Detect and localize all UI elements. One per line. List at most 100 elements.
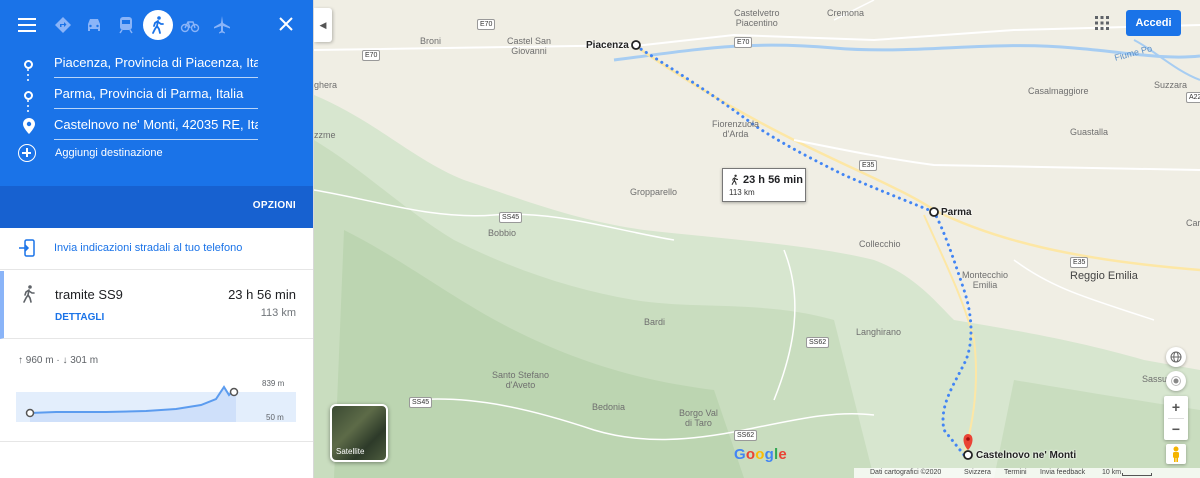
elevation-end-point	[229, 387, 239, 397]
route-option[interactable]: tramite SS9 23 h 56 min 113 km DETTAGLI	[0, 271, 313, 339]
road-shield: SS45	[499, 212, 523, 223]
options-bar: OPZIONI	[0, 186, 313, 228]
add-circle-icon	[18, 144, 36, 162]
place-label: Bobbio	[488, 228, 517, 238]
send-to-phone-row[interactable]: Invia indicazioni stradali al tuo telefo…	[0, 228, 313, 270]
road-shield: E35	[1070, 257, 1089, 268]
place-label: Borgo Val di Taro	[679, 408, 718, 428]
options-button[interactable]: OPZIONI	[253, 200, 296, 211]
city-label-castelnovo[interactable]: Castelnovo ne' Monti	[976, 450, 1076, 461]
walking-icon	[152, 16, 164, 34]
place-label: Guastalla	[1070, 127, 1109, 137]
road-shield: SS62	[806, 337, 830, 348]
terms-link[interactable]: Termini	[1004, 469, 1027, 476]
place-label: zzme	[314, 130, 336, 140]
city-label-parma[interactable]: Parma	[941, 207, 972, 218]
route-details-button[interactable]: DETTAGLI	[55, 312, 104, 323]
zoom-out-button[interactable]: −	[1164, 419, 1188, 441]
zoom-in-button[interactable]: +	[1164, 396, 1188, 418]
globe-view-button[interactable]	[1166, 347, 1186, 367]
street-view-pegman[interactable]	[1166, 444, 1186, 464]
directions-header: Piacenza, Provincia di Piacenza, Italia …	[0, 0, 313, 228]
info-box-distance: 113 km	[729, 188, 755, 197]
place-label: Bardi	[644, 317, 666, 327]
route-distance: 113 km	[260, 307, 296, 319]
satellite-layer-toggle[interactable]: Satellite	[330, 404, 388, 462]
directions-mode-button[interactable]	[48, 10, 78, 40]
parma-marker	[929, 207, 939, 217]
elevation-chart: 839 m 50 m	[16, 379, 296, 422]
transit-mode-button[interactable]	[111, 10, 141, 40]
elevation-min-label: 50 m	[266, 413, 284, 422]
place-label: Cremona	[827, 8, 865, 18]
place-label: Castel San Giovanni	[507, 36, 552, 56]
route-connector-dots	[27, 66, 30, 84]
travel-mode-bar	[0, 8, 313, 44]
map-terrain	[314, 0, 1200, 478]
directions-panel: Piacenza, Provincia di Piacenza, Italia …	[0, 0, 314, 478]
flight-mode-button[interactable]	[207, 10, 237, 40]
close-icon[interactable]	[276, 14, 296, 34]
place-label: Broni	[420, 36, 442, 46]
send-feedback-link[interactable]: Invia feedback	[1040, 469, 1085, 476]
elevation-max-label: 839 m	[262, 379, 285, 388]
road-shield: SS62	[734, 430, 758, 441]
send-to-phone-label: Invia indicazioni stradali al tuo telefo…	[54, 242, 243, 254]
place-label: Casalmaggiore	[1028, 86, 1089, 96]
road-shield: SS45	[409, 397, 433, 408]
bicycle-icon	[180, 21, 200, 33]
bicycle-mode-button[interactable]	[175, 10, 205, 40]
destination-input[interactable]: Castelnovo ne' Monti, 42035 RE, Italia	[54, 114, 258, 140]
globe-icon	[1170, 351, 1182, 363]
waypoint-input[interactable]: Parma, Provincia di Parma, Italia	[54, 83, 258, 109]
place-label: Bedonia	[592, 402, 626, 412]
walking-mode-button[interactable]	[143, 10, 173, 40]
place-label: Carpi	[1186, 218, 1200, 228]
place-label: Castelvetro Piacentino	[734, 8, 780, 28]
map-footer: Dati cartografici ©2020 Svizzera Termini…	[854, 468, 1200, 478]
route-info-box[interactable]: 23 h 56 min 113 km	[722, 168, 806, 202]
scale-bar	[1122, 473, 1152, 476]
country-label[interactable]: Svizzera	[964, 469, 991, 476]
walking-icon	[23, 285, 35, 303]
elevation-profile: ↑ 960 m · ↓ 301 m 839 m 50 m	[0, 340, 313, 442]
origin-stop: Piacenza, Provincia di Piacenza, Italia	[0, 52, 313, 80]
castelnovo-marker	[963, 450, 973, 460]
location-target-icon	[1171, 376, 1181, 386]
city-label-piacenza[interactable]: Piacenza	[586, 40, 629, 51]
map-data-credit[interactable]: Dati cartografici ©2020	[870, 469, 941, 476]
scale-label[interactable]: 10 km	[1102, 469, 1121, 476]
elevation-start-point	[25, 408, 35, 418]
collapse-panel-button[interactable]: ◀	[314, 8, 332, 42]
place-label: Langhirano	[856, 327, 902, 337]
road-shield: E70	[362, 50, 381, 61]
google-logo: Google	[734, 446, 787, 463]
satellite-label: Satellite	[336, 447, 365, 456]
place-label: Suzzara	[1154, 80, 1188, 90]
send-to-phone-icon	[19, 239, 35, 257]
origin-input[interactable]: Piacenza, Provincia di Piacenza, Italia	[54, 52, 258, 78]
place-label: Fiorenzuola d'Arda	[712, 119, 760, 139]
car-icon	[88, 19, 100, 31]
my-location-button[interactable]	[1166, 371, 1186, 391]
add-destination-label: Aggiungi destinazione	[55, 147, 163, 159]
road-shield: A22	[1186, 92, 1200, 103]
place-label: Collecchio	[859, 239, 901, 249]
zoom-control: + −	[1164, 396, 1188, 440]
sign-in-button[interactable]: Accedi	[1126, 10, 1181, 36]
place-label: Santo Stefano d'Aveto	[492, 370, 550, 390]
route-connector-dots	[27, 97, 30, 115]
road-shield: E70	[477, 19, 496, 30]
info-box-duration: 23 h 56 min	[743, 174, 803, 186]
diamond-arrow-icon	[55, 17, 71, 33]
map-canvas[interactable]: ◀ E70 E70 E70 E35 SS45 SS62 SS45 SS62 A2…	[314, 0, 1200, 478]
route-duration: 23 h 56 min	[228, 287, 296, 302]
train-icon	[119, 17, 133, 34]
waypoint-stop: Parma, Provincia di Parma, Italia	[0, 83, 313, 111]
pegman-icon	[1173, 446, 1179, 462]
chevron-left-icon: ◀	[319, 19, 327, 30]
elevation-summary: ↑ 960 m · ↓ 301 m	[18, 355, 99, 366]
place-label: Gropparello	[630, 187, 678, 197]
car-mode-button[interactable]	[79, 10, 109, 40]
apps-grid-icon[interactable]	[1094, 15, 1110, 31]
